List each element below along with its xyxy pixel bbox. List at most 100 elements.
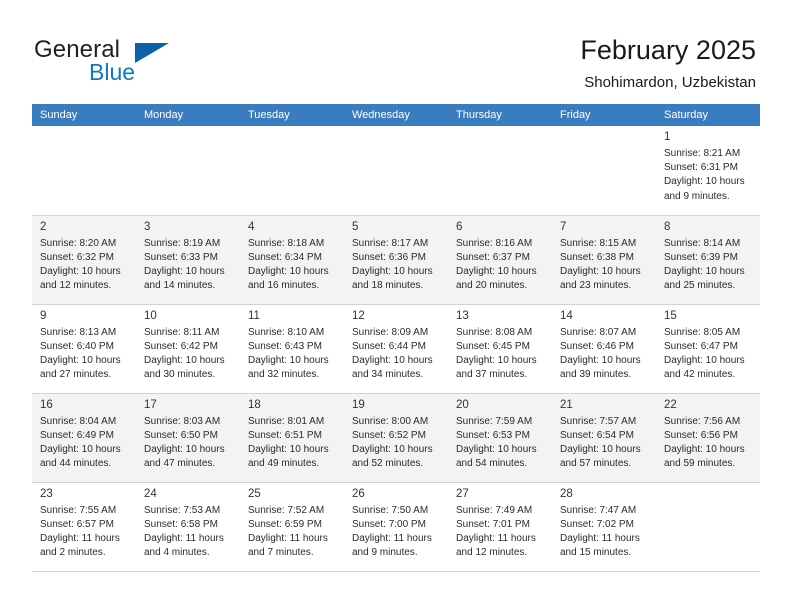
calendar-day-cell[interactable]: 22 Sunrise: 7:56 AM Sunset: 6:56 PM Dayligh… [656,393,760,483]
calendar-day-cell-inner: 13 Sunrise: 8:08 AM Sunset: 6:45 PM Dayligh… [448,305,552,383]
day-sun-info: Sunrise: 8:15 AM Sunset: 6:38 PM Daylight:… [560,237,650,294]
calendar-week-row: 2 Sunrise: 8:20 AM Sunset: 6:32 PM Daylight… [32,215,760,305]
calendar-day-cell-inner: 3 Sunrise: 8:19 AM Sunset: 6:33 PM Daylight… [136,216,240,294]
day-sun-info: Sunrise: 7:50 AM Sunset: 7:00 PM Daylight:… [352,504,442,561]
day-info-line: Daylight: 10 hours [664,354,745,366]
calendar-day-cell-empty [552,126,656,216]
day-info-line: and 7 minutes. [248,547,314,559]
day-info-line: and 42 minutes. [664,369,736,381]
day-info-line: Daylight: 10 hours [144,265,225,277]
calendar-day-cell-inner: 27 Sunrise: 7:49 AM Sunset: 7:01 PM Dayligh… [448,483,552,561]
calendar-day-cell[interactable]: 17 Sunrise: 8:03 AM Sunset: 6:50 PM Dayligh… [136,393,240,483]
day-info-line: Daylight: 11 hours [248,532,328,544]
day-info-line: Sunrise: 8:10 AM [248,326,325,338]
calendar-day-cell[interactable]: 21 Sunrise: 7:57 AM Sunset: 6:54 PM Dayligh… [552,393,656,483]
day-info-line: Sunrise: 7:49 AM [456,504,533,516]
calendar-day-cell-inner: 23 Sunrise: 7:55 AM Sunset: 6:57 PM Dayligh… [32,483,136,561]
day-sun-info: Sunrise: 8:00 AM Sunset: 6:52 PM Daylight:… [352,415,442,472]
day-info-line: Sunset: 7:00 PM [352,518,426,530]
day-info-line: and 34 minutes. [352,369,424,381]
weekday-header-sunday: Sunday [32,104,136,126]
calendar-day-cell[interactable]: 25 Sunrise: 7:52 AM Sunset: 6:59 PM Dayligh… [240,482,344,572]
title-block: February 2025 Shohimardon, Uzbekistan [580,34,756,92]
calendar-day-cell[interactable]: 2 Sunrise: 8:20 AM Sunset: 6:32 PM Daylight… [32,215,136,305]
day-info-line: Sunset: 6:58 PM [144,518,218,530]
day-info-line: Daylight: 10 hours [456,443,537,455]
calendar-day-cell[interactable]: 26 Sunrise: 7:50 AM Sunset: 7:00 PM Dayligh… [344,482,448,572]
day-info-line: Sunset: 6:38 PM [560,251,634,263]
day-sun-info: Sunrise: 7:56 AM Sunset: 6:56 PM Daylight:… [664,415,754,472]
calendar-day-cell-inner: 4 Sunrise: 8:18 AM Sunset: 6:34 PM Daylight… [240,216,344,294]
calendar-day-cell[interactable]: 23 Sunrise: 7:55 AM Sunset: 6:57 PM Dayligh… [32,482,136,572]
day-info-line: and 39 minutes. [560,369,632,381]
day-info-line: Sunrise: 8:11 AM [144,326,220,338]
calendar-day-cell[interactable]: 19 Sunrise: 8:00 AM Sunset: 6:52 PM Dayligh… [344,393,448,483]
day-info-line: and 9 minutes. [352,547,418,559]
day-info-line: and 20 minutes. [456,280,528,292]
calendar-day-cell-inner: 12 Sunrise: 8:09 AM Sunset: 6:44 PM Dayligh… [344,305,448,383]
calendar-day-cell[interactable]: 13 Sunrise: 8:08 AM Sunset: 6:45 PM Dayligh… [448,304,552,394]
day-sun-info: Sunrise: 8:17 AM Sunset: 6:36 PM Daylight:… [352,237,442,294]
calendar-day-cell[interactable]: 12 Sunrise: 8:09 AM Sunset: 6:44 PM Dayligh… [344,304,448,394]
day-info-line: and 14 minutes. [144,280,216,292]
calendar-day-cell[interactable]: 10 Sunrise: 8:11 AM Sunset: 6:42 PM Dayligh… [136,304,240,394]
calendar-day-cell[interactable]: 28 Sunrise: 7:47 AM Sunset: 7:02 PM Dayligh… [552,482,656,572]
day-info-line: Sunset: 6:34 PM [248,251,322,263]
day-sun-info: Sunrise: 7:53 AM Sunset: 6:58 PM Daylight:… [144,504,234,561]
calendar-week-row: 1 Sunrise: 8:21 AM Sunset: 6:31 PM Daylight… [32,126,760,216]
day-info-line: Daylight: 10 hours [456,354,537,366]
calendar-day-cell-empty [136,126,240,216]
calendar-day-cell[interactable]: 27 Sunrise: 7:49 AM Sunset: 7:01 PM Dayligh… [448,482,552,572]
calendar-day-cell[interactable]: 18 Sunrise: 8:01 AM Sunset: 6:51 PM Dayligh… [240,393,344,483]
day-info-line: and 23 minutes. [560,280,632,292]
day-info-line: Daylight: 11 hours [456,532,536,544]
day-info-line: and 2 minutes. [40,547,106,559]
day-info-line: Sunset: 6:49 PM [40,429,114,441]
calendar-day-cell[interactable]: 24 Sunrise: 7:53 AM Sunset: 6:58 PM Dayligh… [136,482,240,572]
day-number: 17 [144,398,157,411]
calendar-day-cell-inner: 15 Sunrise: 8:05 AM Sunset: 6:47 PM Dayligh… [656,305,760,383]
day-info-line: Daylight: 10 hours [456,265,537,277]
day-info-line: Sunset: 6:46 PM [560,340,634,352]
weekday-header-thursday: Thursday [448,104,552,126]
day-info-line: Sunrise: 8:19 AM [144,237,221,249]
calendar-day-cell[interactable]: 4 Sunrise: 8:18 AM Sunset: 6:34 PM Daylight… [240,215,344,305]
day-info-line: and 9 minutes. [664,190,730,202]
calendar-day-cell-inner: 9 Sunrise: 8:13 AM Sunset: 6:40 PM Daylight… [32,305,136,383]
calendar-day-cell[interactable]: 6 Sunrise: 8:16 AM Sunset: 6:37 PM Daylight… [448,215,552,305]
weekday-header-monday: Monday [136,104,240,126]
calendar-day-cell-inner: 16 Sunrise: 8:04 AM Sunset: 6:49 PM Dayligh… [32,394,136,472]
calendar-day-cell-inner: 6 Sunrise: 8:16 AM Sunset: 6:37 PM Daylight… [448,216,552,294]
calendar-day-cell[interactable]: 9 Sunrise: 8:13 AM Sunset: 6:40 PM Daylight… [32,304,136,394]
calendar-day-cell[interactable]: 15 Sunrise: 8:05 AM Sunset: 6:47 PM Dayligh… [656,304,760,394]
day-info-line: and 47 minutes. [144,458,216,470]
calendar-day-cell[interactable]: 3 Sunrise: 8:19 AM Sunset: 6:33 PM Daylight… [136,215,240,305]
day-number: 7 [560,220,567,233]
calendar-day-cell[interactable]: 5 Sunrise: 8:17 AM Sunset: 6:36 PM Daylight… [344,215,448,305]
day-info-line: and 12 minutes. [40,280,112,292]
calendar-day-cell[interactable]: 8 Sunrise: 8:14 AM Sunset: 6:39 PM Daylight… [656,215,760,305]
calendar-day-cell-inner: 5 Sunrise: 8:17 AM Sunset: 6:36 PM Daylight… [344,216,448,294]
day-info-line: Daylight: 10 hours [248,354,329,366]
day-info-line: Sunrise: 8:08 AM [456,326,533,338]
calendar-day-cell-inner: 21 Sunrise: 7:57 AM Sunset: 6:54 PM Dayligh… [552,394,656,472]
day-info-line: Daylight: 10 hours [40,265,121,277]
day-sun-info: Sunrise: 8:18 AM Sunset: 6:34 PM Daylight:… [248,237,338,294]
day-info-line: Sunset: 6:39 PM [664,251,738,263]
day-number: 5 [352,220,359,233]
day-sun-info: Sunrise: 8:16 AM Sunset: 6:37 PM Daylight:… [456,237,546,294]
calendar-day-cell[interactable]: 20 Sunrise: 7:59 AM Sunset: 6:53 PM Dayligh… [448,393,552,483]
calendar-day-cell[interactable]: 7 Sunrise: 8:15 AM Sunset: 6:38 PM Daylight… [552,215,656,305]
day-info-line: Daylight: 11 hours [144,532,224,544]
calendar-day-cell[interactable]: 14 Sunrise: 8:07 AM Sunset: 6:46 PM Dayligh… [552,304,656,394]
calendar-day-cell[interactable]: 16 Sunrise: 8:04 AM Sunset: 6:49 PM Dayligh… [32,393,136,483]
calendar-day-cell-empty [344,126,448,216]
calendar-day-cell-inner: 22 Sunrise: 7:56 AM Sunset: 6:56 PM Dayligh… [656,394,760,472]
calendar-day-cell-empty [240,126,344,216]
calendar-day-cell[interactable]: 1 Sunrise: 8:21 AM Sunset: 6:31 PM Daylight… [656,126,760,216]
day-number: 26 [352,487,365,500]
day-info-line: Sunset: 6:53 PM [456,429,530,441]
day-info-line: and 57 minutes. [560,458,632,470]
calendar-day-cell[interactable]: 11 Sunrise: 8:10 AM Sunset: 6:43 PM Dayligh… [240,304,344,394]
day-info-line: Sunrise: 7:57 AM [560,415,637,427]
